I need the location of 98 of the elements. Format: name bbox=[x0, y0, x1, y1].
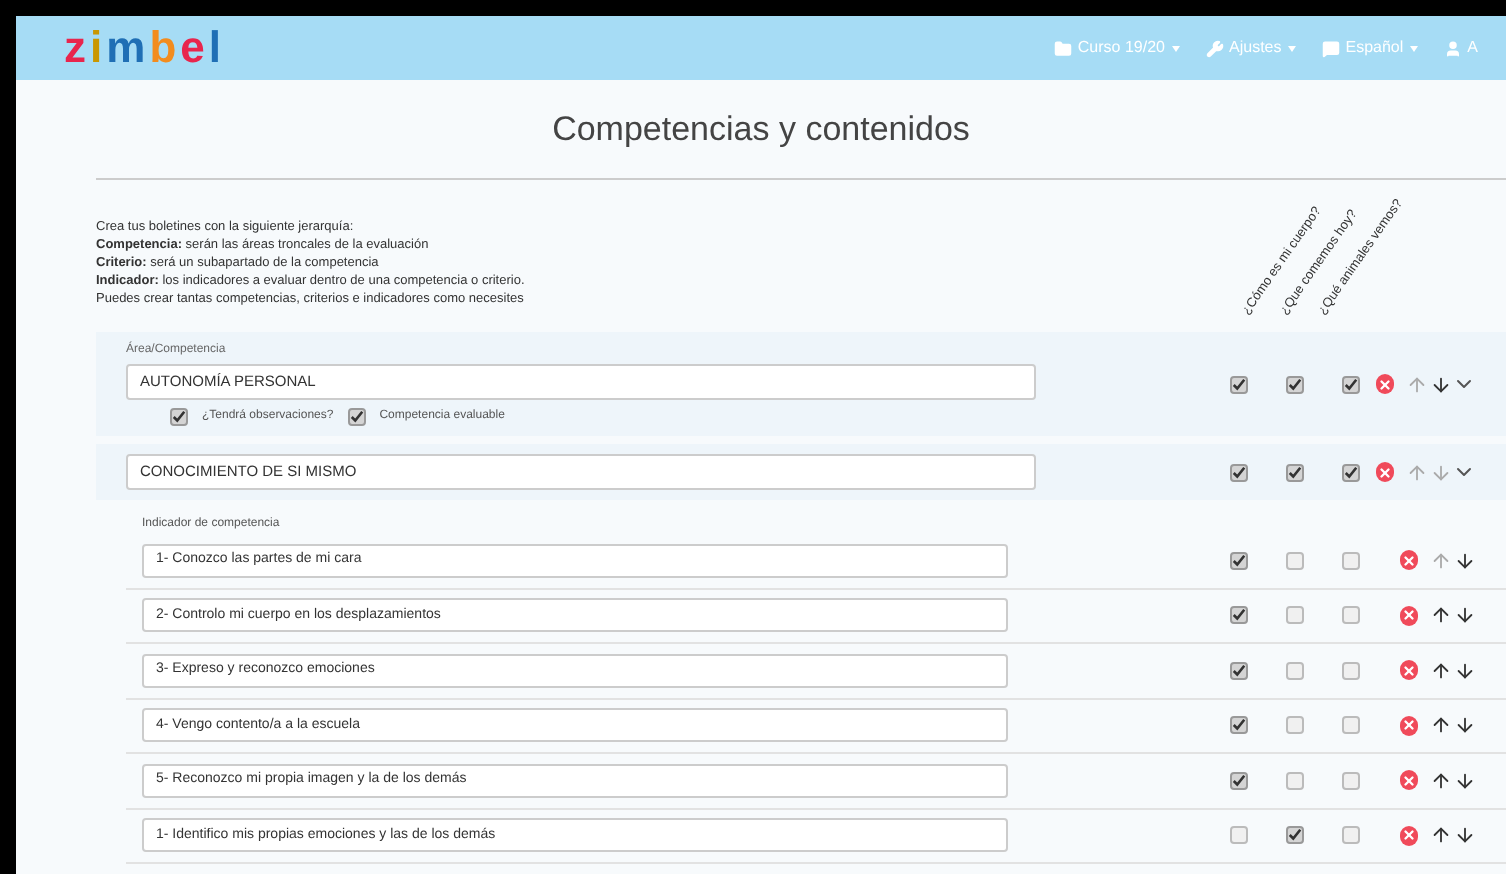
move-up-button[interactable] bbox=[1430, 659, 1452, 682]
check-icon bbox=[1232, 377, 1246, 391]
checkbox[interactable] bbox=[1230, 661, 1248, 680]
arrow-up-icon bbox=[1430, 824, 1452, 847]
checkbox[interactable] bbox=[1286, 375, 1304, 393]
wrench-icon bbox=[1205, 39, 1223, 57]
checkbox[interactable] bbox=[1342, 661, 1360, 680]
checkbox[interactable] bbox=[1230, 606, 1248, 625]
arrow-up-icon bbox=[1406, 461, 1428, 483]
checkbox[interactable] bbox=[1286, 826, 1304, 845]
caret-icon bbox=[1287, 45, 1296, 51]
check-icon bbox=[1232, 553, 1246, 568]
caret-icon bbox=[1409, 45, 1418, 51]
close-icon bbox=[1401, 608, 1416, 623]
move-down-button[interactable] bbox=[1454, 769, 1476, 792]
close-icon bbox=[1401, 773, 1416, 788]
check-icon bbox=[1288, 377, 1302, 391]
checkbox[interactable] bbox=[1286, 463, 1304, 481]
checkbox[interactable] bbox=[347, 408, 366, 426]
arrow-down-icon bbox=[1454, 549, 1476, 572]
checkbox[interactable] bbox=[1230, 826, 1248, 845]
checkbox[interactable] bbox=[1230, 551, 1248, 570]
user-icon bbox=[1443, 39, 1462, 57]
logo-letter: b bbox=[149, 26, 181, 70]
checkbox[interactable] bbox=[170, 408, 188, 426]
arrow-down-icon bbox=[1454, 659, 1476, 682]
delete-button[interactable] bbox=[1375, 374, 1394, 394]
arrow-up-icon bbox=[1430, 714, 1452, 737]
folder-icon bbox=[1053, 39, 1072, 57]
checkbox[interactable] bbox=[1286, 606, 1304, 625]
arrow-up-icon bbox=[1430, 549, 1452, 572]
checkbox[interactable] bbox=[1286, 716, 1304, 735]
move-up-button[interactable] bbox=[1430, 604, 1452, 627]
delete-button[interactable] bbox=[1399, 550, 1418, 571]
arrow-down-icon bbox=[1454, 769, 1476, 792]
move-down-button[interactable] bbox=[1454, 824, 1476, 847]
check-icon bbox=[1232, 773, 1246, 788]
caret-icon bbox=[1171, 45, 1179, 51]
check-icon bbox=[1344, 377, 1358, 391]
logo-letter: i bbox=[90, 26, 107, 70]
close-icon bbox=[1401, 663, 1416, 678]
close-icon bbox=[1401, 553, 1416, 568]
checkbox[interactable] bbox=[1286, 661, 1304, 680]
checkbox[interactable] bbox=[1230, 771, 1248, 790]
move-up-button[interactable] bbox=[1430, 714, 1452, 737]
check-icon bbox=[1344, 465, 1358, 479]
move-down-button[interactable] bbox=[1454, 604, 1476, 627]
arrow-down-icon bbox=[1454, 714, 1476, 737]
checkbox[interactable] bbox=[1230, 716, 1248, 735]
move-down-button[interactable] bbox=[1454, 549, 1476, 572]
move-down-button[interactable] bbox=[1454, 714, 1476, 737]
close-icon bbox=[1377, 465, 1392, 479]
delete-button[interactable] bbox=[1399, 660, 1418, 681]
arrow-up-icon bbox=[1406, 373, 1428, 395]
checkbox[interactable] bbox=[1342, 771, 1360, 790]
arrow-up-icon bbox=[1430, 659, 1452, 682]
page-title: Competencias y contenidos bbox=[552, 107, 970, 152]
checkbox[interactable] bbox=[1286, 771, 1304, 790]
close-icon bbox=[1401, 828, 1416, 843]
arrow-up-icon bbox=[1430, 769, 1452, 792]
checkbox[interactable] bbox=[1342, 716, 1360, 735]
checkbox[interactable] bbox=[1342, 606, 1360, 625]
checkbox[interactable] bbox=[1342, 463, 1360, 481]
arrow-down-icon bbox=[1454, 824, 1476, 847]
check-icon bbox=[1232, 718, 1246, 733]
check-icon bbox=[1232, 608, 1246, 623]
check-icon bbox=[1288, 465, 1302, 479]
arrow-down-icon bbox=[1454, 604, 1476, 627]
close-icon bbox=[1401, 718, 1416, 733]
close-icon bbox=[1377, 377, 1392, 391]
logo-letter: m bbox=[106, 26, 150, 70]
delete-button[interactable] bbox=[1399, 605, 1418, 626]
checkbox[interactable] bbox=[1230, 375, 1248, 393]
checkbox[interactable] bbox=[1342, 826, 1360, 845]
checkbox[interactable] bbox=[1342, 375, 1360, 393]
check-icon bbox=[349, 410, 364, 424]
arrow-down-icon bbox=[1430, 373, 1452, 395]
checkbox[interactable] bbox=[1230, 463, 1248, 481]
move-down-button[interactable] bbox=[1430, 373, 1452, 395]
logo-letter: z bbox=[64, 26, 90, 70]
check-icon bbox=[172, 410, 186, 424]
check-icon bbox=[1288, 828, 1302, 843]
delete-button[interactable] bbox=[1375, 462, 1394, 482]
logo-letter: e bbox=[180, 26, 209, 70]
delete-button[interactable] bbox=[1399, 770, 1418, 791]
move-up-button[interactable] bbox=[1430, 824, 1452, 847]
chat-icon bbox=[1321, 39, 1340, 57]
arrow-down-icon bbox=[1430, 461, 1452, 483]
checkbox[interactable] bbox=[1342, 551, 1360, 570]
check-icon bbox=[1232, 465, 1246, 479]
move-up-button[interactable] bbox=[1430, 769, 1452, 792]
delete-button[interactable] bbox=[1399, 715, 1418, 736]
logo-letter: l bbox=[208, 26, 226, 70]
move-down-button[interactable] bbox=[1454, 659, 1476, 682]
checkbox[interactable] bbox=[1286, 551, 1304, 570]
arrow-up-icon bbox=[1430, 604, 1452, 627]
check-icon bbox=[1232, 663, 1246, 678]
delete-button[interactable] bbox=[1399, 825, 1418, 846]
